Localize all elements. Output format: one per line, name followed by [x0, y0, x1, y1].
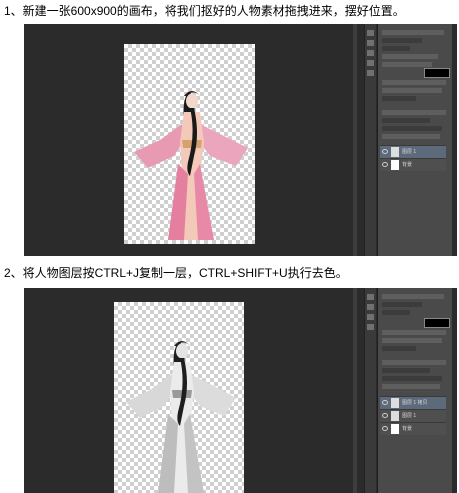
- history-icon[interactable]: [367, 294, 374, 300]
- step-1-caption: 1、新建一张600x900的画布，将我们抠好的人物素材拖拽进来，摆好位置。: [4, 4, 405, 18]
- panel-icon-strip: [364, 288, 376, 493]
- lock-row[interactable]: [382, 384, 440, 389]
- layer-thumbnail: [391, 411, 399, 421]
- step-2-caption: 2、将人物图层按CTRL+J复制一层，CTRL+SHIFT+U执行去色。: [4, 266, 348, 280]
- layer-row[interactable]: 图层 1 拷贝: [380, 396, 446, 409]
- font-size-field[interactable]: [382, 310, 410, 315]
- language-select[interactable]: [382, 346, 416, 351]
- properties-icon[interactable]: [367, 40, 374, 46]
- canvas-1[interactable]: [124, 44, 255, 244]
- layer-thumbnail: [391, 424, 399, 434]
- layer-thumbnail: [391, 398, 399, 408]
- vertical-scrollbar[interactable]: [353, 24, 357, 256]
- woman-figure-color: [134, 91, 248, 240]
- eye-icon[interactable]: [382, 149, 388, 154]
- eye-icon[interactable]: [382, 426, 388, 431]
- eye-icon[interactable]: [382, 162, 388, 167]
- actions-icon[interactable]: [367, 314, 374, 320]
- vertical-scrollbar[interactable]: [353, 288, 357, 493]
- character-icon[interactable]: [367, 70, 374, 76]
- layer-name: 背景: [402, 426, 413, 432]
- style-buttons-row-2[interactable]: [382, 338, 442, 343]
- font-family-field[interactable]: [382, 302, 422, 307]
- properties-panel: 图层 1 背景: [377, 24, 452, 256]
- layer-thumbnail: [391, 147, 399, 157]
- woman-figure-grayscale: [126, 341, 236, 493]
- style-buttons-row-2[interactable]: [382, 88, 442, 93]
- blend-mode-row[interactable]: [382, 126, 442, 131]
- layers-panel-tabs[interactable]: [382, 110, 446, 115]
- panel-tabs[interactable]: [382, 294, 444, 299]
- history-icon[interactable]: [367, 30, 374, 36]
- layer-filter-row[interactable]: [382, 368, 430, 373]
- eye-icon[interactable]: [382, 400, 388, 405]
- layer-name: 图层 1: [402, 413, 417, 419]
- blend-mode-row[interactable]: [382, 376, 442, 381]
- layer-name: 图层 1: [402, 149, 417, 155]
- photoshop-screenshot-1: 图层 1 背景: [24, 24, 457, 256]
- properties-icon[interactable]: [367, 304, 374, 310]
- scale-row[interactable]: [382, 62, 432, 67]
- layer-row[interactable]: 背景: [380, 158, 446, 171]
- style-buttons-row[interactable]: [382, 80, 446, 85]
- panel-icon-strip: [364, 24, 376, 256]
- color-swatch[interactable]: [424, 68, 450, 78]
- layer-name: 背景: [402, 162, 413, 168]
- layer-name: 图层 1 拷贝: [402, 400, 428, 406]
- language-select[interactable]: [382, 96, 416, 101]
- font-size-field[interactable]: [382, 46, 410, 51]
- brush-icon[interactable]: [367, 60, 374, 66]
- photoshop-screenshot-2: 图层 1 拷贝 图层 1 背景: [24, 288, 457, 493]
- canvas-2[interactable]: [114, 302, 244, 493]
- layer-row[interactable]: 图层 1: [380, 145, 446, 158]
- layer-thumbnail: [391, 160, 399, 170]
- eye-icon[interactable]: [382, 413, 388, 418]
- tracking-row[interactable]: [382, 54, 438, 59]
- style-buttons-row[interactable]: [382, 330, 446, 335]
- properties-panel: 图层 1 拷贝 图层 1 背景: [377, 288, 452, 493]
- font-family-field[interactable]: [382, 38, 422, 43]
- color-swatch[interactable]: [424, 318, 450, 328]
- layer-filter-row[interactable]: [382, 118, 430, 123]
- layer-row[interactable]: 背景: [380, 422, 446, 435]
- actions-icon[interactable]: [367, 50, 374, 56]
- brush-icon[interactable]: [367, 324, 374, 330]
- layer-row[interactable]: 图层 1: [380, 409, 446, 422]
- lock-row[interactable]: [382, 134, 440, 139]
- panel-tabs[interactable]: [382, 30, 444, 35]
- layers-panel-tabs[interactable]: [382, 360, 446, 365]
